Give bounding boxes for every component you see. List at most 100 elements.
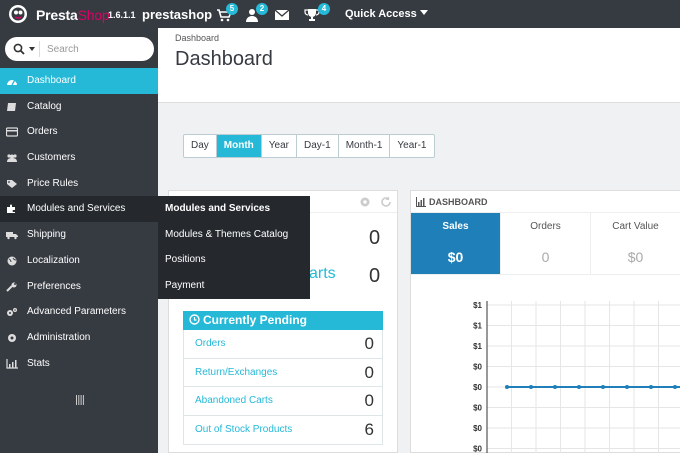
currently-pending-header: Currently Pending <box>183 311 383 330</box>
sidebar-item-label: Administration <box>27 331 91 343</box>
kpi-sales-value: $0 <box>447 249 464 265</box>
pending-row-orders: Orders 0 <box>183 330 383 359</box>
gear-icon[interactable] <box>359 196 371 208</box>
sales-data-point[interactable] <box>553 385 557 389</box>
top-navbar: PrestaShop 1.6.1.1 prestashop 5 2 4 Quic… <box>0 0 680 28</box>
y-tick-label: $0 <box>473 445 482 453</box>
submenu-item-positions[interactable]: Positions <box>158 247 310 273</box>
sidebar-item-price-rules[interactable]: Price Rules <box>0 171 158 197</box>
pending-out-of-stock-value: 6 <box>364 420 374 440</box>
refresh-icon[interactable] <box>380 196 392 208</box>
page-title: Dashboard <box>175 48 273 70</box>
online-visitors-value: 0 <box>369 227 381 249</box>
pending-row-abandoned-carts: Abandoned Carts 0 <box>183 387 383 417</box>
dashboard-icon <box>7 80 17 86</box>
breadcrumb[interactable]: Dashboard <box>175 33 219 43</box>
period-day-minus-1-button[interactable]: Day-1 <box>297 135 339 157</box>
sidebar-item-label: Price Rules <box>27 177 79 189</box>
kpi-cart-value-value: $0 <box>627 249 644 265</box>
book-icon <box>7 102 16 111</box>
pending-orders-value: 0 <box>364 334 374 353</box>
chevron-down-icon <box>419 10 428 15</box>
period-month-button[interactable]: Month <box>216 135 262 157</box>
kpi-orders-tab[interactable]: Orders 0 <box>501 213 591 275</box>
users-icon <box>7 154 17 163</box>
sales-data-point[interactable] <box>529 385 533 389</box>
y-tick-label: $1 <box>473 342 482 351</box>
sidebar-item-modules[interactable]: Modules and Services <box>0 196 159 223</box>
sidebar-item-label: Dashboard <box>27 75 76 86</box>
quick-access-menu[interactable]: Quick Access <box>345 8 428 20</box>
sales-data-point[interactable] <box>601 385 605 389</box>
y-tick-label: $0 <box>473 424 482 433</box>
pending-out-of-stock-link[interactable]: Out of Stock Products <box>195 424 292 435</box>
shop-name-link[interactable]: prestashop <box>142 7 212 22</box>
sidebar-item-label: Shipping <box>27 229 66 241</box>
search-divider <box>39 41 40 57</box>
period-month-minus-1-button[interactable]: Month-1 <box>339 135 391 157</box>
collapse-menu-icon[interactable] <box>76 395 84 405</box>
quick-access-label: Quick Access <box>345 8 417 20</box>
pending-orders-link[interactable]: Orders <box>195 338 226 349</box>
dashboard-panel: DASHBOARD Sales $0 Orders 0 Cart Value $… <box>410 190 680 453</box>
period-year-minus-1-button[interactable]: Year-1 <box>390 135 433 157</box>
search-type-dropdown[interactable] <box>29 47 35 51</box>
search-input[interactable] <box>47 41 147 57</box>
currently-pending-title: Currently Pending <box>203 313 308 327</box>
sidebar-item-label: Orders <box>27 126 58 138</box>
y-tick-label: $1 <box>473 301 482 310</box>
pending-returns-value: 0 <box>364 362 374 382</box>
sidebar-item-shipping[interactable]: Shipping <box>0 222 158 248</box>
pending-abandoned-carts-link[interactable]: Abandoned Carts <box>195 395 273 406</box>
sidebar-item-advanced-parameters[interactable]: Advanced Parameters <box>0 299 158 325</box>
sales-line-chart: $1 $1 $1 $0 $0 $0 $0 $0 <box>473 301 680 453</box>
sidebar-item-administration[interactable]: Administration <box>0 325 158 351</box>
kpi-tabs: Sales $0 Orders 0 Cart Value $0 <box>411 213 680 275</box>
envelope-icon[interactable] <box>274 8 290 22</box>
puzzle-icon <box>7 204 15 214</box>
sales-data-point[interactable] <box>625 385 629 389</box>
sidebar-item-catalog[interactable]: Catalog <box>0 94 158 120</box>
sales-data-point[interactable] <box>649 385 653 389</box>
active-carts-label[interactable]: arts <box>309 265 336 283</box>
messages-badge: 4 <box>318 3 330 15</box>
brand-shop: Shop <box>77 7 110 23</box>
cog-icon <box>8 333 16 342</box>
kpi-cart-value-tab[interactable]: Cart Value $0 <box>591 213 680 275</box>
search-icon[interactable] <box>13 43 25 55</box>
period-selector: Day Month Year Day-1 Month-1 Year-1 <box>183 134 435 158</box>
sidebar-menu: Dashboard Catalog Orders Customers Price… <box>0 68 159 377</box>
kpi-sales-tab[interactable]: Sales $0 <box>411 213 501 275</box>
sidebar-item-label: Modules and Services <box>27 203 126 215</box>
customers-badge: 2 <box>256 3 268 15</box>
sidebar-item-dashboard[interactable]: Dashboard <box>0 68 158 94</box>
pending-abandoned-carts-value: 0 <box>364 391 374 411</box>
bar-chart-icon <box>6 358 18 369</box>
sidebar-item-label: Stats <box>27 357 50 369</box>
pending-row-out-of-stock: Out of Stock Products 6 <box>183 416 383 445</box>
version-label: 1.6.1.1 <box>108 10 136 20</box>
period-day-button[interactable]: Day <box>184 135 217 157</box>
sidebar-item-preferences[interactable]: Preferences <box>0 274 158 300</box>
sales-data-point[interactable] <box>505 385 509 389</box>
sales-data-point[interactable] <box>673 385 677 389</box>
sidebar: Dashboard Catalog Orders Customers Price… <box>0 28 159 453</box>
sidebar-item-localization[interactable]: Localization <box>0 248 158 274</box>
sales-data-point[interactable] <box>577 385 581 389</box>
sidebar-item-label: Customers <box>27 152 76 164</box>
submenu-item-payment[interactable]: Payment <box>158 273 310 299</box>
submenu-item-modules[interactable]: Modules and Services <box>158 196 310 222</box>
credit-card-icon <box>6 127 18 137</box>
sidebar-item-customers[interactable]: Customers <box>0 145 158 171</box>
sidebar-item-orders[interactable]: Orders <box>0 119 158 145</box>
prestashop-logo-icon[interactable] <box>6 4 30 24</box>
bar-chart-icon <box>416 197 426 207</box>
dashboard-panel-header: DASHBOARD <box>411 191 680 213</box>
sidebar-item-stats[interactable]: Stats <box>0 351 158 377</box>
clock-icon <box>189 314 200 325</box>
search-box <box>5 37 154 61</box>
period-year-button[interactable]: Year <box>262 135 298 157</box>
pending-returns-link[interactable]: Return/Exchanges <box>195 367 277 378</box>
submenu-item-themes-catalog[interactable]: Modules & Themes Catalog <box>158 222 310 248</box>
kpi-orders-value: 0 <box>541 249 550 265</box>
